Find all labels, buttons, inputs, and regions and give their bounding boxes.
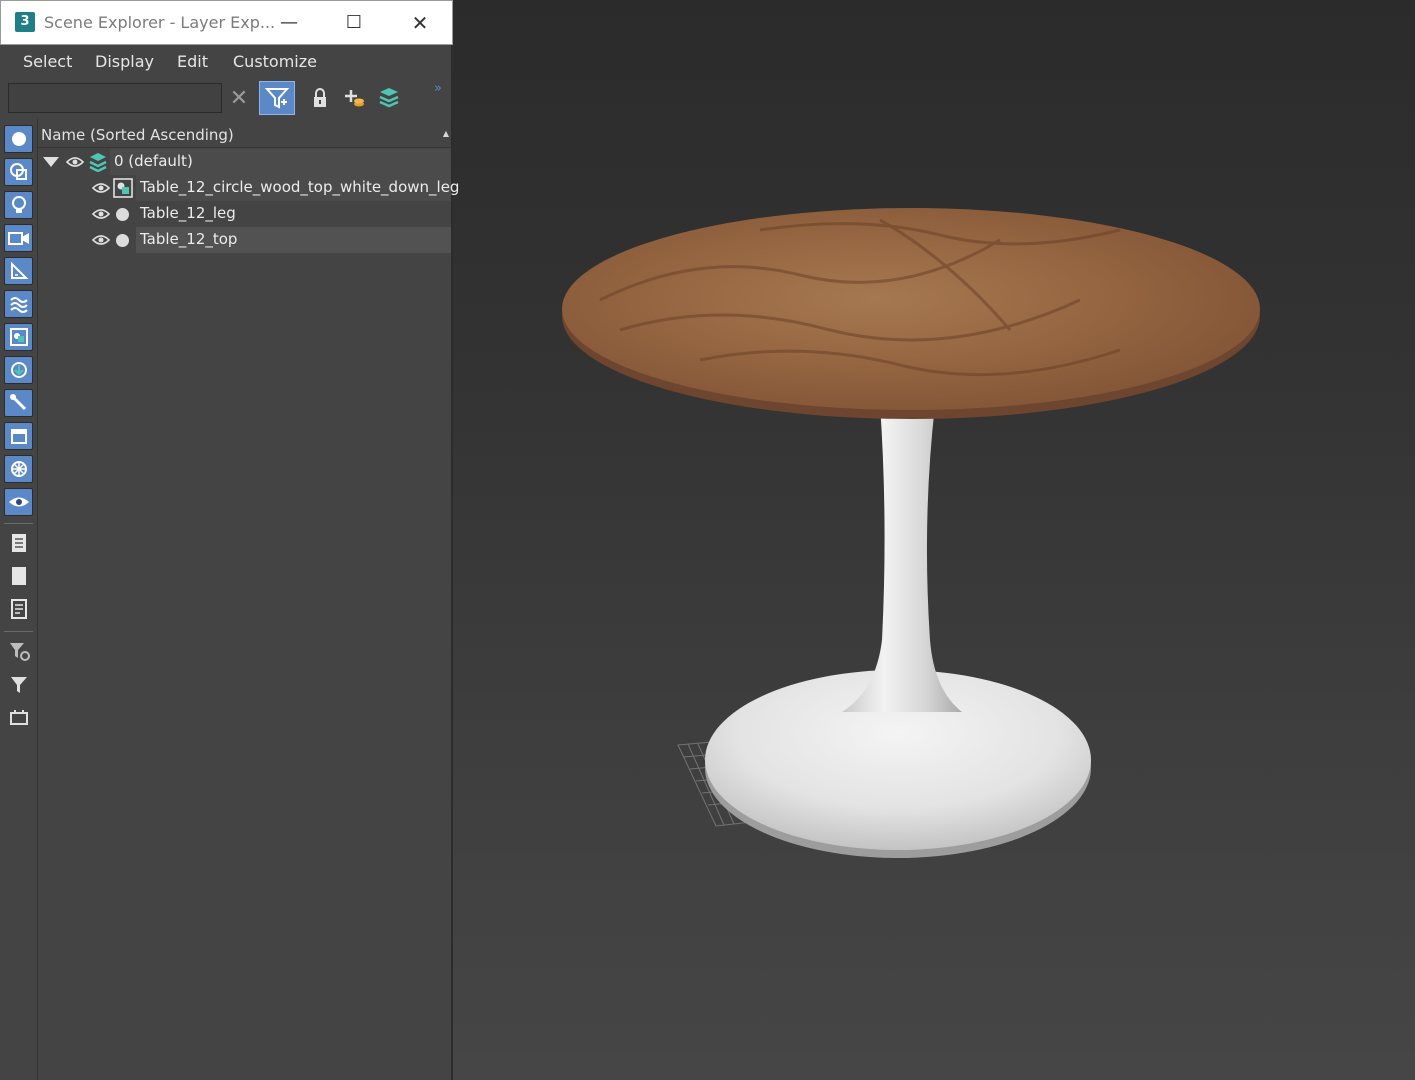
frozen-filter-icon[interactable] [4,455,33,483]
app-logo-icon: 3 [15,12,35,32]
visibility-eye-icon[interactable] [92,233,110,247]
sidebar-separator [4,631,33,632]
menu-edit[interactable]: Edit [177,52,208,71]
layers-stack-icon[interactable] [377,85,401,111]
display-none-icon[interactable] [4,562,33,590]
spacewarps-filter-icon[interactable] [4,290,33,318]
add-layer-icon[interactable] [341,85,367,111]
close-button[interactable]: ✕ [405,9,435,37]
menu-customize[interactable]: Customize [233,52,317,71]
geometry-filter-icon[interactable] [4,125,33,153]
overflow-chevron-icon[interactable]: » [434,81,442,96]
title-bar[interactable]: 3 Scene Explorer - Layer Exp... — ☐ ✕ [0,0,453,45]
bones-filter-icon[interactable] [4,389,33,417]
selection-set-icon[interactable] [4,703,33,731]
xrefs-filter-icon[interactable] [4,356,33,384]
menu-bar: Select Display Edit Customize [0,45,451,79]
containers-filter-icon[interactable] [4,422,33,450]
display-all-icon[interactable] [4,529,33,557]
filter-sidebar [0,119,38,1080]
window-title: Scene Explorer - Layer Exp... [44,13,276,32]
filter-toggle-icon[interactable] [259,81,295,115]
visibility-eye-icon[interactable] [92,181,110,195]
collapse-arrow-icon[interactable] [43,157,59,167]
search-input[interactable] [8,83,222,113]
column-header-label: Name (Sorted Ascending) [41,126,234,144]
object-label: Table_12_leg [140,204,236,222]
object-label: Table_12_circle_wood_top_white_down_leg [140,178,460,196]
tree-row-layer[interactable]: 0 (default) [38,149,451,175]
scene-explorer-panel: 3 Scene Explorer - Layer Exp... — ☐ ✕ Se… [0,0,459,1080]
toolbar: ✕ » [0,79,451,119]
filter-settings-icon[interactable] [4,637,33,665]
maximize-button[interactable]: ☐ [339,9,369,37]
menu-display[interactable]: Display [95,52,154,71]
menu-select[interactable]: Select [23,52,72,71]
lights-filter-icon[interactable] [4,191,33,219]
sidebar-separator [4,523,33,524]
group-object-icon [113,178,133,198]
tree-row-object[interactable]: Table_12_top [38,227,451,253]
column-header-name[interactable]: Name (Sorted Ascending) ▲ [38,121,451,148]
object-dot-icon [116,234,129,247]
tree-row-object[interactable]: Table_12_leg [38,201,451,227]
filter-icon[interactable] [4,670,33,698]
hidden-filter-icon[interactable] [4,488,33,516]
lock-icon[interactable] [309,85,331,111]
helpers-filter-icon[interactable] [4,257,33,285]
sort-ascending-icon: ▲ [442,129,449,138]
minimize-button[interactable]: — [274,9,304,37]
layer-icon [89,153,107,172]
clear-icon[interactable]: ✕ [226,85,252,111]
object-label: Table_12_top [140,230,238,248]
visibility-eye-icon[interactable] [66,155,84,169]
scene-tree: Name (Sorted Ascending) ▲ 0 (default) Ta… [38,119,459,1080]
groups-filter-icon[interactable] [4,323,33,351]
shapes-filter-icon[interactable] [4,158,33,186]
object-dot-icon [116,208,129,221]
invert-display-icon[interactable] [4,595,33,623]
tree-row-object[interactable]: Table_12_circle_wood_top_white_down_leg [38,175,459,201]
layer-label: 0 (default) [114,152,193,170]
visibility-eye-icon[interactable] [92,207,110,221]
cameras-filter-icon[interactable] [4,224,33,252]
